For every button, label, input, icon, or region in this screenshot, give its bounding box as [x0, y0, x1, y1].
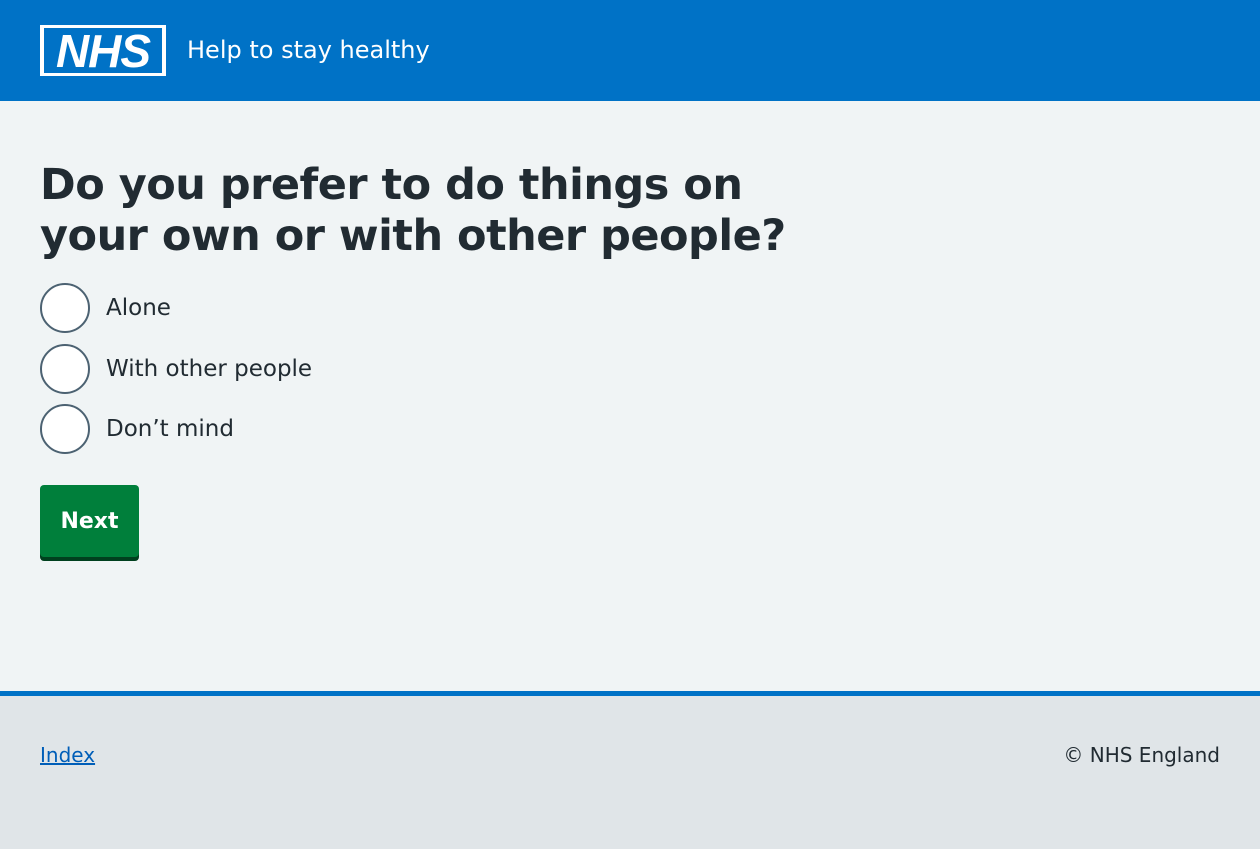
radio-option-alone[interactable]: Alone: [40, 283, 440, 333]
copyright-text: © NHS England: [1063, 743, 1220, 767]
service-name[interactable]: Help to stay healthy: [187, 34, 430, 66]
radio-button-alone[interactable]: [40, 283, 90, 333]
radio-option-dont-mind[interactable]: Don’t mind: [40, 404, 440, 454]
radio-label[interactable]: Don’t mind: [106, 414, 234, 444]
radio-option-with-other-people[interactable]: With other people: [40, 343, 440, 394]
site-header: NHS Help to stay healthy: [0, 0, 1260, 101]
nhs-logo-icon: NHS: [44, 28, 162, 73]
site-footer: Index © NHS England: [0, 691, 1260, 849]
logo-text: NHS: [56, 28, 151, 73]
radio-group: Alone With other people Don’t mind: [40, 283, 440, 465]
index-link[interactable]: Index: [40, 743, 95, 767]
nhs-logo[interactable]: NHS: [40, 25, 166, 76]
next-button[interactable]: Next: [40, 485, 139, 557]
main-content: Do you prefer to do things on your own o…: [40, 160, 840, 557]
radio-button-dont-mind[interactable]: [40, 404, 90, 454]
radio-button-with-other-people[interactable]: [40, 343, 90, 394]
question-heading: Do you prefer to do things on your own o…: [40, 160, 786, 261]
radio-label[interactable]: Alone: [106, 293, 171, 323]
radio-label[interactable]: With other people: [106, 354, 312, 384]
